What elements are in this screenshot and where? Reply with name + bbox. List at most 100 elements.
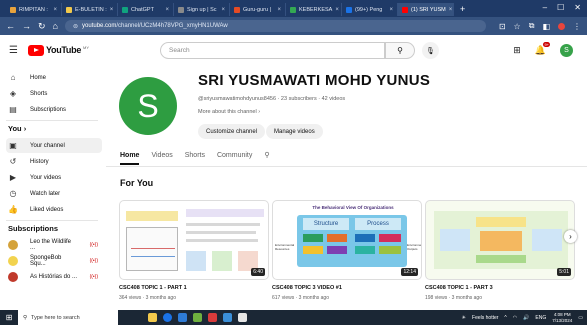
close-tab-icon[interactable]: × [335, 7, 339, 13]
sidebar-item-label: Shorts [30, 90, 48, 97]
live-indicator-icon: ((•)) [89, 257, 98, 264]
browser-tab[interactable]: (99+) Peng × [342, 3, 398, 16]
browser-tab[interactable]: RIMPITAN : × [6, 3, 62, 16]
url-field[interactable]: ⊜ youtube.com/channel/UCzM4h78VPG_xmyHN1… [64, 20, 486, 32]
subscription-item[interactable]: As Histórias do ... ((•)) [6, 269, 102, 284]
new-tab-button[interactable]: + [460, 4, 465, 14]
sidebar-item[interactable]: ⌂ Home [6, 70, 102, 85]
back-icon[interactable]: ← [6, 21, 15, 31]
close-tab-icon[interactable]: × [165, 7, 169, 13]
video-title-2[interactable]: CSC408 TOPIC 3 VIDEO #1 [272, 285, 342, 291]
country-code: MY [83, 45, 90, 50]
close-tab-icon[interactable]: × [110, 7, 114, 13]
bookmark-star-icon[interactable]: ☆ [514, 22, 521, 31]
menu-dots-icon[interactable]: ⋮ [573, 22, 581, 31]
sidebar: ⌂ Home ◈ Shorts ▤ Subscriptions You › ▣ Your cha… [0, 66, 106, 306]
video-thumbnail-1[interactable]: 6:40 [119, 200, 269, 280]
your-channel-icon: ▣ [9, 141, 17, 150]
sidebar-item-label: Subscriptions [30, 106, 67, 113]
chrome-icon[interactable] [163, 313, 172, 322]
sidebar-item[interactable]: ▣ Your channel [6, 138, 102, 153]
language-indicator[interactable]: ENG [535, 315, 546, 321]
taskbar-search-input[interactable]: ⚲ Type here to search [18, 310, 118, 325]
sidebar-item[interactable]: ◈ Shorts [6, 86, 102, 101]
browser-toolbar: ⊡ ☆ ⧉ ◧ ⋮ [499, 21, 581, 31]
site-info-icon[interactable]: ⊜ [73, 23, 78, 30]
subscription-item[interactable]: Leo the Wildlife ... ((•)) [6, 237, 102, 252]
app2-icon[interactable] [238, 313, 247, 322]
video-title-3[interactable]: CSC408 TOPIC 1 - PART 3 [425, 285, 493, 291]
store-icon[interactable] [193, 313, 202, 322]
tray-arrow-icon[interactable]: ^ [504, 315, 506, 321]
sidebar-item[interactable]: 👍 Liked videos [6, 202, 102, 217]
browser-tab[interactable]: E-BULETIN : × [62, 3, 118, 16]
close-tab-icon[interactable]: × [277, 7, 281, 13]
customize-channel-button[interactable]: Customize channel [198, 124, 266, 139]
hamburger-menu-icon[interactable]: ☰ [9, 45, 18, 56]
close-window-icon[interactable]: ✕ [574, 3, 581, 12]
carousel-next-button[interactable]: › [564, 230, 577, 243]
close-tab-icon[interactable]: × [221, 7, 225, 13]
browser-tab[interactable]: (1) SRI YUSM × [398, 3, 454, 16]
maximize-icon[interactable]: ☐ [557, 3, 564, 12]
close-tab-icon[interactable]: × [53, 7, 57, 13]
wifi-icon[interactable]: ◠ [513, 315, 517, 321]
close-tab-icon[interactable]: × [449, 7, 453, 13]
browser-tab[interactable]: KEBERKESA × [286, 3, 342, 16]
notification-center-icon[interactable]: ▭ [578, 315, 583, 321]
sidebar-you-heading[interactable]: You › [8, 124, 26, 133]
sidebar-item-label: Your videos [30, 174, 62, 181]
file-explorer-icon[interactable] [148, 313, 157, 322]
manage-videos-button[interactable]: Manage videos [266, 124, 323, 139]
channel-search-icon[interactable]: ⚲ [264, 151, 269, 159]
subscription-avatar [8, 255, 18, 266]
minimize-icon[interactable]: – [543, 3, 547, 12]
sidepanel-icon[interactable]: ◧ [542, 22, 550, 31]
mail-icon[interactable] [223, 313, 232, 322]
voice-search-button[interactable]: 🎙 [422, 42, 439, 59]
tab-community[interactable]: Community [217, 152, 252, 159]
tab-videos[interactable]: Videos [151, 152, 172, 159]
close-tab-icon[interactable]: × [389, 7, 393, 13]
video-thumbnail-3[interactable]: 5:01 [425, 200, 575, 280]
reload-icon[interactable]: ↻ [38, 21, 46, 32]
youtube-wordmark: YouTube [45, 45, 82, 55]
windows-start-icon[interactable]: ⊞ [0, 310, 18, 325]
browser-tab[interactable]: Sign up | Sc × [174, 3, 230, 16]
browser-tab[interactable]: Guru-guru | × [230, 3, 286, 16]
sidebar-item-label: Home [30, 74, 47, 81]
volume-icon[interactable]: 🔊 [523, 315, 529, 321]
thumb-input-label: Environmental Resources [275, 243, 295, 251]
sidebar-item[interactable]: ▶ Your videos [6, 170, 102, 185]
install-icon[interactable]: ⊡ [499, 22, 506, 31]
forward-icon[interactable]: → [22, 21, 31, 31]
account-avatar[interactable]: S [560, 44, 573, 57]
channel-avatar[interactable]: S [119, 77, 177, 135]
tab-shorts[interactable]: Shorts [185, 152, 205, 159]
search-input[interactable]: Search [160, 42, 385, 59]
search-button[interactable]: ⚲ [385, 42, 415, 59]
sidebar-item[interactable]: ▤ Subscriptions [6, 102, 102, 117]
weather-icon[interactable]: ☀ [462, 315, 466, 321]
notifications-button[interactable]: 🔔 9+ [535, 42, 550, 56]
channel-about-link[interactable]: More about this channel › [198, 109, 260, 115]
subscription-item[interactable]: SpongeBob Squ... ((•)) [6, 253, 102, 268]
sidebar-item[interactable]: ↺ History [6, 154, 102, 169]
extensions-icon[interactable]: ⧉ [529, 21, 535, 31]
weather-text[interactable]: Feels hotter [472, 315, 498, 321]
profile-icon[interactable] [558, 22, 565, 30]
create-video-icon[interactable]: ⊞ [513, 45, 521, 56]
edge-icon[interactable] [178, 313, 187, 322]
youtube-logo[interactable]: YouTube MY [27, 44, 90, 56]
browser-tab[interactable]: ChatGPT × [118, 3, 174, 16]
home-nav-icon[interactable]: ⌂ [53, 21, 58, 31]
video-title-1[interactable]: CSC408 TOPIC 1 - PART 1 [119, 285, 187, 291]
video-thumbnail-2[interactable]: The Behavioral View Of Organizations Str… [272, 200, 422, 280]
header-actions: ⊞ 🔔 9+ S [513, 42, 573, 57]
clock[interactable]: 4:08 PM 7/13/2024 [552, 312, 572, 323]
thumb-structure: Structure [303, 218, 349, 230]
tab-home[interactable]: Home [120, 152, 140, 165]
microphone-icon: 🎙 [426, 47, 435, 55]
app-icon[interactable] [208, 313, 217, 322]
sidebar-item[interactable]: ◷ Watch later [6, 186, 102, 201]
